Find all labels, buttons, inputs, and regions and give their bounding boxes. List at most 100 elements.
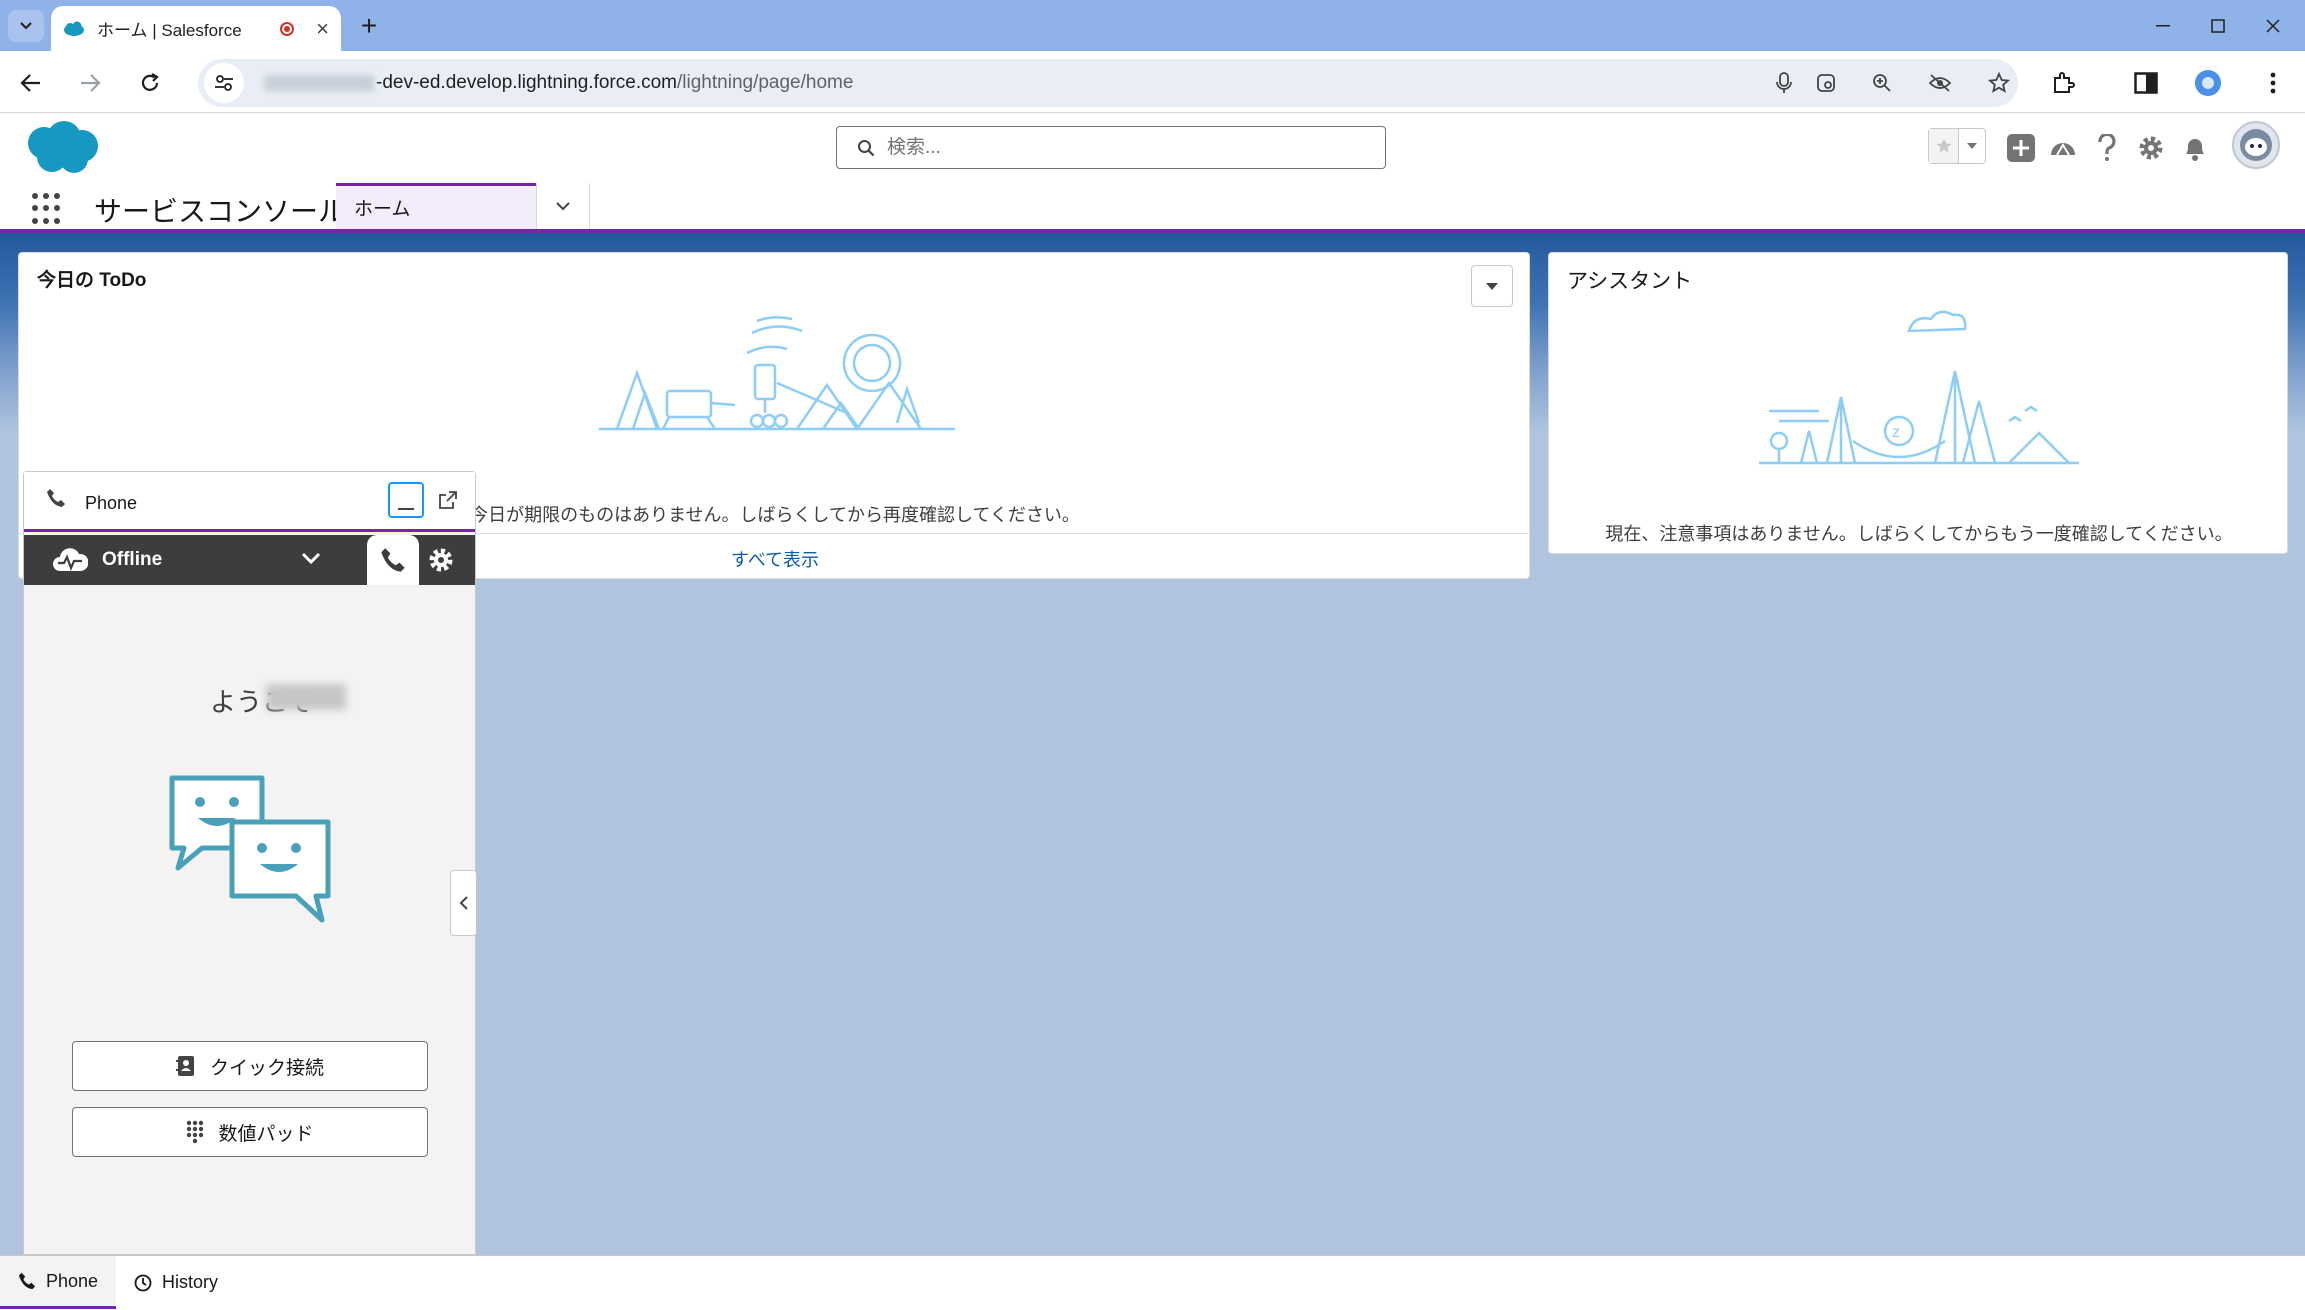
utility-item-history[interactable]: History: [116, 1256, 236, 1309]
salesforce-global-header: [0, 113, 2305, 183]
tune-icon: [215, 75, 233, 91]
extensions-button[interactable]: [2045, 65, 2081, 101]
favorite-star-button[interactable]: [1929, 129, 1959, 163]
lens-search-icon[interactable]: [1812, 69, 1840, 97]
browser-tab-strip: ホーム | Salesforce × +: [0, 0, 2305, 51]
caret-down-icon: [1486, 282, 1498, 290]
close-tab-icon[interactable]: ×: [316, 17, 329, 40]
navigation-menu-button[interactable]: [536, 183, 590, 229]
phone-icon: [381, 548, 405, 572]
url-path: /lightning/page/home: [677, 72, 854, 93]
dialpad-label: 数値パッド: [218, 1123, 314, 1145]
collapse-panel-button[interactable]: [450, 870, 477, 936]
side-panel-button[interactable]: [2128, 65, 2164, 101]
profile-button[interactable]: [2190, 65, 2226, 101]
gear-icon: [2139, 136, 2163, 160]
app-launcher-icon[interactable]: [32, 193, 64, 225]
todo-card-menu-button[interactable]: [1471, 265, 1513, 307]
setup-button[interactable]: [2134, 131, 2168, 165]
astro-avatar-icon: [2240, 129, 2272, 161]
address-bar[interactable]: -dev-ed.develop.lightning.force.com/ligh…: [198, 59, 2018, 107]
chevron-down-icon: [556, 202, 570, 211]
puzzle-icon: [2054, 72, 2075, 93]
browser-menu-button[interactable]: [2255, 65, 2291, 101]
browser-tab-active[interactable]: ホーム | Salesforce ×: [51, 6, 341, 51]
help-icon: [2098, 134, 2116, 161]
close-window-button[interactable]: [2245, 0, 2301, 51]
softphone-panel: Phone Offline ようこそ クイック接続 数値パッド: [23, 471, 476, 1255]
minimize-icon: [2156, 24, 2170, 26]
site-info-button[interactable]: [204, 63, 244, 103]
extension-profile-icon: [2195, 70, 2221, 96]
reload-icon: [141, 73, 159, 91]
clock-icon: [134, 1274, 152, 1291]
tab-search-button[interactable]: [8, 10, 44, 42]
back-button[interactable]: [13, 65, 49, 101]
trailhead-icon: [2051, 143, 2075, 156]
bookmark-star-icon[interactable]: [1985, 69, 2013, 97]
tab-home[interactable]: ホーム: [336, 183, 536, 229]
popout-icon: [439, 491, 457, 509]
reload-button[interactable]: [132, 65, 168, 101]
phone-icon: [47, 489, 65, 507]
help-button[interactable]: [2090, 131, 2124, 165]
global-search-box[interactable]: [836, 126, 1386, 169]
cloud-pulse-icon: [53, 548, 88, 571]
quick-connect-button[interactable]: クイック接続: [72, 1041, 428, 1091]
gear-icon[interactable]: [427, 546, 455, 574]
minimize-window-button[interactable]: [2135, 0, 2191, 51]
favorites-button-group: [1928, 128, 1986, 164]
user-avatar[interactable]: [2232, 121, 2280, 169]
salesforce-logo[interactable]: [22, 119, 102, 175]
maximize-icon: [2211, 18, 2225, 33]
close-icon: [2266, 18, 2280, 33]
app-name: サービスコンソール: [94, 196, 347, 227]
browser-toolbar: -dev-ed.develop.lightning.force.com/ligh…: [0, 51, 2305, 113]
phone-tab-button[interactable]: [367, 535, 419, 585]
utility-item-phone[interactable]: Phone: [0, 1256, 117, 1309]
more-vertical-icon: [2270, 72, 2276, 94]
quick-connect-label: クイック接続: [209, 1057, 324, 1079]
zoom-icon[interactable]: [1868, 69, 1896, 97]
minimize-icon: [398, 508, 414, 510]
redacted-subdomain: [264, 74, 374, 91]
arrow-left-icon: [20, 74, 40, 92]
trailhead-button[interactable]: [2046, 131, 2080, 165]
popout-panel-button[interactable]: [434, 486, 462, 514]
utility-item-label: History: [162, 1272, 219, 1292]
assistant-empty-message: 現在、注意事項はありません。しばらくしてからもう一度確認してください。: [1605, 524, 2233, 544]
minimize-panel-button[interactable]: [388, 482, 424, 518]
notifications-button[interactable]: [2178, 131, 2212, 165]
bell-icon: [2186, 139, 2204, 161]
global-search-input[interactable]: [887, 136, 1367, 159]
salesforce-favicon-icon: [64, 21, 84, 36]
softphone-header: Phone: [24, 472, 475, 532]
chevron-down-icon[interactable]: [300, 547, 322, 569]
forward-button[interactable]: [72, 65, 108, 101]
new-tab-button[interactable]: +: [352, 10, 386, 42]
redacted-user-name: [266, 684, 346, 710]
arrow-right-icon: [81, 74, 101, 92]
caret-down-icon: [1967, 143, 1977, 149]
assistant-card-title: アシスタント: [1567, 270, 1693, 293]
utility-item-label: Phone: [46, 1270, 99, 1291]
maximize-window-button[interactable]: [2190, 0, 2246, 51]
voice-search-icon[interactable]: [1770, 69, 1798, 97]
browser-tab-title: ホーム | Salesforce: [97, 21, 242, 40]
global-actions-button[interactable]: [2004, 131, 2038, 165]
recording-indicator-icon: [280, 21, 295, 36]
eye-off-icon[interactable]: [1926, 69, 1954, 97]
campsite-illustration: [599, 316, 955, 431]
presence-status-bar[interactable]: Offline: [24, 535, 475, 585]
side-panel-icon: [2134, 72, 2158, 94]
dialpad-icon: [187, 1120, 204, 1144]
favorites-dropdown-button[interactable]: [1959, 129, 1985, 163]
softphone-title: Phone: [85, 493, 138, 513]
presence-status-label: Offline: [102, 549, 163, 570]
dialpad-button[interactable]: 数値パッド: [72, 1107, 428, 1157]
todo-card-title: 今日の ToDo: [37, 270, 147, 291]
utility-bar: Phone History: [0, 1255, 2305, 1310]
add-icon: [2007, 134, 2035, 162]
hammock-illustration: z: [1759, 310, 2079, 465]
chat-bubbles-illustration: [169, 775, 331, 923]
